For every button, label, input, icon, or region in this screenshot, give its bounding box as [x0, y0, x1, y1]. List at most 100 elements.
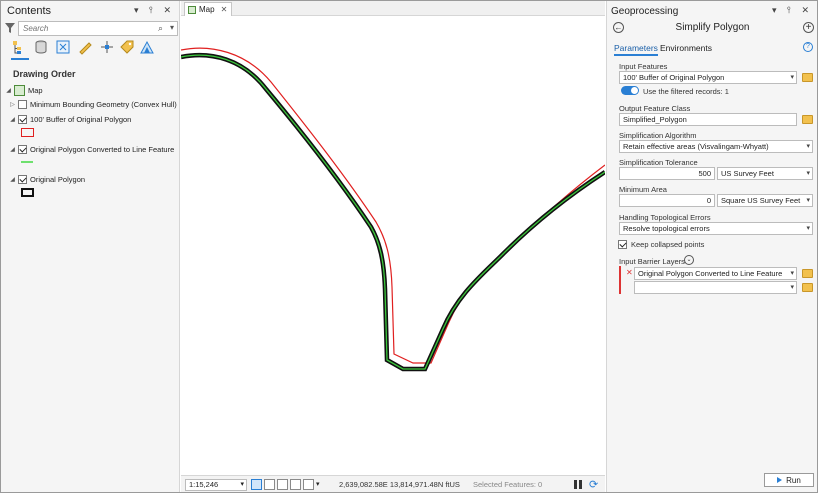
chevron-down-icon[interactable]: ▾	[806, 141, 810, 152]
output-class-field[interactable]: Simplified_Polygon	[619, 113, 797, 126]
list-by-source-icon[interactable]	[33, 39, 49, 55]
chevron-down-icon[interactable]: ▾	[806, 168, 810, 179]
layer-row-original-polygon[interactable]: ◢ Original Polygon	[9, 172, 85, 186]
chevron-down-icon[interactable]: ▾	[316, 479, 327, 490]
list-by-drawing-order-icon[interactable]	[11, 39, 27, 55]
tolerance-input[interactable]: 500	[619, 167, 715, 180]
collapse-triangle-icon[interactable]: ◢	[9, 176, 16, 183]
pause-drawing-icon[interactable]	[573, 479, 583, 490]
layer-row-map[interactable]: ◢ Map	[5, 83, 43, 97]
barrier-layer-value: Original Polygon Converted to Line Featu…	[638, 269, 783, 278]
layer-label: Minimum Bounding Geometry (Convex Hull)	[30, 99, 177, 109]
selected-features-count[interactable]: Selected Features: 0	[473, 480, 542, 489]
chevron-down-icon[interactable]: ▾	[240, 480, 244, 490]
contents-pane: Contents ▾ ⫯ ✕ ⌕ ▾ Drawing Order ◢ Map ▷…	[1, 1, 180, 492]
list-by-editing-icon[interactable]	[77, 39, 93, 55]
barrier-error-indicator	[619, 266, 621, 294]
tool-header: ← Simplify Polygon +	[607, 20, 818, 36]
tab-parameters[interactable]: Parameters	[614, 43, 658, 56]
map-canvas[interactable]	[181, 17, 605, 474]
map-pane: Map ✕ 1:15,246 ▾ ▾ 2,639,082.58E 13,814,…	[181, 1, 605, 492]
fixed-scale-icon[interactable]	[251, 479, 262, 490]
folder-icon[interactable]	[802, 73, 813, 82]
algorithm-label: Simplification Algorithm	[619, 131, 697, 140]
chevron-down-icon[interactable]: ▾	[170, 23, 174, 32]
remove-x-icon[interactable]: ✕	[626, 268, 633, 277]
chevron-down-icon[interactable]: ▾	[790, 72, 794, 83]
min-area-input[interactable]: 0	[619, 194, 715, 207]
topo-value: Resolve topological errors	[623, 224, 710, 233]
navigation-icon[interactable]	[303, 479, 314, 490]
geoprocessing-window-controls[interactable]: ▾ ⫯ ✕	[772, 5, 813, 16]
tolerance-value: 500	[698, 169, 711, 178]
collapse-triangle-icon[interactable]: ◢	[5, 87, 12, 94]
contents-window-controls[interactable]: ▾ ⫯ ✕	[134, 5, 175, 16]
folder-icon[interactable]	[802, 283, 813, 292]
run-button[interactable]: Run	[764, 473, 814, 487]
map-tab-bar: Map ✕	[181, 1, 605, 16]
layer-row-minimum-bounding-geometry[interactable]: ▷ Minimum Bounding Geometry (Convex Hull…	[9, 97, 177, 111]
active-tool-indicator	[11, 58, 29, 60]
layer-visibility-checkbox[interactable]	[18, 99, 27, 109]
tolerance-unit-value: US Survey Feet	[721, 169, 774, 178]
layer-visibility-checkbox[interactable]	[18, 144, 27, 154]
collapse-triangle-icon[interactable]: ◢	[9, 146, 16, 153]
close-icon[interactable]: ✕	[221, 5, 228, 14]
layer-row-converted-line[interactable]: ◢ Original Polygon Converted to Line Fea…	[9, 142, 174, 156]
refresh-icon[interactable]: ⟳	[589, 478, 598, 491]
tolerance-unit-select[interactable]: US Survey Feet ▾	[717, 167, 813, 180]
filter-icon[interactable]	[5, 23, 15, 33]
collapse-triangle-icon[interactable]: ◢	[9, 116, 16, 123]
folder-icon[interactable]	[802, 269, 813, 278]
search-icon[interactable]: ⌕	[158, 23, 163, 34]
snapping-icon[interactable]	[277, 479, 288, 490]
algorithm-select[interactable]: Retain effective areas (Visvalingam-Whya…	[619, 140, 813, 153]
folder-icon[interactable]	[802, 115, 813, 124]
list-by-perspective-imagery-icon[interactable]	[139, 39, 155, 55]
layer-label: Map	[28, 85, 43, 95]
rotation-icon[interactable]	[290, 479, 301, 490]
scale-value: 1:15,246	[189, 480, 219, 489]
layer-row-buffer[interactable]: ◢ 100' Buffer of Original Polygon	[9, 112, 131, 126]
chevron-down-icon[interactable]: ▾	[806, 195, 810, 206]
contents-search-row: ⌕ ▾	[5, 21, 178, 36]
layer-visibility-checkbox[interactable]	[18, 114, 27, 124]
keep-collapsed-checkbox[interactable]	[618, 240, 627, 249]
list-by-labeling-icon[interactable]	[119, 39, 135, 55]
list-by-snapping-icon[interactable]	[99, 39, 115, 55]
layer-label: Original Polygon	[30, 174, 86, 184]
polygon-red-outline-symbol[interactable]	[21, 128, 34, 137]
scale-selector[interactable]: 1:15,246 ▾	[185, 479, 247, 491]
add-icon[interactable]: +	[803, 22, 814, 33]
topo-label: Handling Topological Errors	[619, 213, 711, 222]
contents-search-input[interactable]	[19, 22, 139, 35]
min-area-unit-select[interactable]: Square US Survey Feet ▾	[717, 194, 813, 207]
chevron-down-icon[interactable]: ▾	[790, 268, 794, 279]
tool-name: Simplify Polygon	[675, 22, 750, 33]
layer-label: Original Polygon Converted to Line Featu…	[30, 144, 175, 154]
geoprocessing-title: Geoprocessing	[611, 6, 679, 17]
chevron-down-icon[interactable]: ▾	[806, 223, 810, 234]
help-icon[interactable]: ?	[803, 42, 813, 52]
tab-map[interactable]: Map ✕	[184, 2, 232, 16]
buffer-polygon-outline	[181, 47, 605, 364]
coordinate-readout: 2,639,082.58E 13,814,971.48N ftUS	[339, 480, 460, 489]
topo-select[interactable]: Resolve topological errors ▾	[619, 222, 813, 235]
line-green-symbol[interactable]	[21, 161, 33, 163]
polygon-black-outline-symbol[interactable]	[21, 188, 34, 197]
contents-title: Contents	[7, 5, 52, 17]
list-by-selection-icon[interactable]	[55, 39, 71, 55]
tab-environments[interactable]: Environments	[660, 43, 712, 53]
input-features-field[interactable]: 100' Buffer of Original Polygon ▾	[619, 71, 797, 84]
expand-triangle-icon[interactable]: ▷	[9, 101, 16, 108]
chevron-down-icon[interactable]: ▾	[790, 282, 794, 293]
contents-search-box[interactable]: ⌕ ▾	[18, 21, 178, 36]
layer-visibility-checkbox[interactable]	[18, 174, 27, 184]
use-filtered-label: Use the filtered records: 1	[643, 87, 729, 96]
barrier-layer-empty-field[interactable]: ▾	[634, 281, 797, 294]
play-icon	[777, 477, 783, 483]
chevron-down-icon[interactable]: ⌄	[684, 255, 694, 265]
use-filtered-toggle[interactable]	[621, 86, 639, 95]
grid-icon[interactable]	[264, 479, 275, 490]
barrier-layer-field[interactable]: Original Polygon Converted to Line Featu…	[634, 267, 797, 280]
